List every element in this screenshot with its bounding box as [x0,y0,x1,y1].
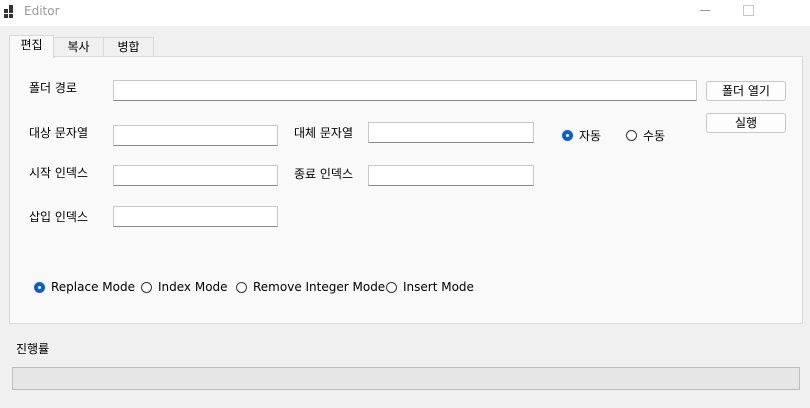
start-index-label: 시작 인덱스 [29,166,89,180]
target-string-label: 대상 문자열 [29,126,89,140]
radio-unchecked-icon [386,281,397,293]
replace-string-input[interactable] [368,122,534,143]
tab-edit[interactable]: 편집 [9,35,54,58]
radio-unchecked-icon [626,130,637,141]
app-window-icon [4,5,13,18]
window-title: Editor [24,4,60,18]
replace-mode-label: Replace Mode [51,280,135,294]
replace-string-label: 대체 문자열 [294,126,354,140]
start-index-input[interactable] [113,165,278,186]
radio-checked-icon [34,281,45,293]
auto-radio-label: 자동 [579,129,602,143]
run-button[interactable]: 실행 [706,113,786,133]
index-mode-label: Index Mode [158,280,228,294]
insert-mode-label: Insert Mode [403,280,474,294]
insert-mode-radio[interactable]: Insert Mode [386,280,474,294]
minimize-button[interactable] [682,0,728,22]
tab-copy[interactable]: 복사 [53,37,104,57]
radio-checked-icon [562,130,573,141]
title-bar: Editor [0,0,810,26]
insert-index-label: 삽입 인덱스 [29,210,89,224]
radio-unchecked-icon [236,281,247,293]
radio-unchecked-icon [141,281,152,293]
auto-radio[interactable]: 자동 [562,127,601,144]
end-index-input[interactable] [368,165,534,186]
remove-integer-mode-radio[interactable]: Remove Integer Mode [236,280,385,294]
target-string-input[interactable] [113,125,278,146]
progress-bar [12,367,800,390]
manual-radio[interactable]: 수동 [626,127,665,144]
insert-index-input[interactable] [113,206,278,227]
folder-path-label: 폴더 경로 [29,81,77,95]
folder-path-input[interactable] [113,80,697,101]
maximize-button[interactable] [725,0,771,22]
index-mode-radio[interactable]: Index Mode [141,280,228,294]
open-folder-button[interactable]: 폴더 열기 [706,81,786,101]
progress-label: 진행률 [16,342,50,356]
end-index-label: 종료 인덱스 [294,167,354,181]
tab-merge[interactable]: 병합 [103,37,154,57]
remove-integer-mode-label: Remove Integer Mode [253,280,386,294]
replace-mode-radio[interactable]: Replace Mode [34,280,135,294]
edit-tab-panel: 폴더 경로 폴더 열기 실행 대상 문자열 대체 문자열 자동 수동 시작 인덱… [9,56,803,324]
manual-radio-label: 수동 [643,129,666,143]
